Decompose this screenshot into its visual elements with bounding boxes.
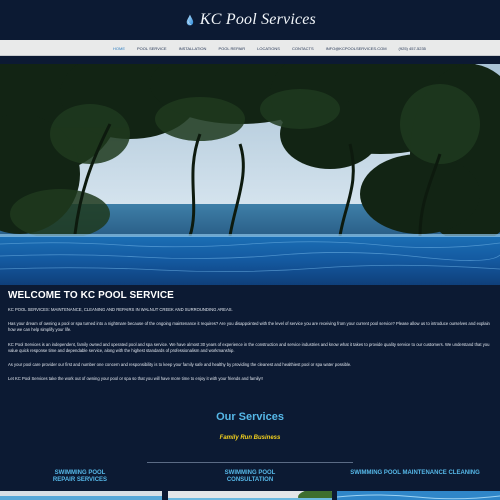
paragraph-dream: Has your dream of owning a pool or spa t… [8,321,490,333]
paragraph-safety: As your pool care provider our first and… [8,362,352,368]
nav-item-installation[interactable]: INSTALLATION [179,46,207,51]
service-repair-image[interactable] [0,489,162,500]
nav-item-pool-repair[interactable]: POOL REPAIR [218,46,245,51]
nav-item-locations[interactable]: LOCATIONS [257,46,280,51]
hero-image [0,64,500,285]
services-subheading: Family Run Business [219,435,281,441]
service-consultation-image[interactable] [168,489,332,500]
nav-item-email[interactable]: INFO@KCPOOLSERVICES.COM [326,46,387,51]
service-repair-line1: SWIMMING POOL [54,470,106,476]
service-maintenance-title[interactable]: SWIMMING POOL MAINTENANCE CLEANING [340,470,490,477]
site-logo[interactable]: KC Pool Services [186,3,316,37]
nav-item-pool-service[interactable]: POOL SERVICE [137,46,167,51]
intro-paragraph: KC POOL SERVICES: MAINTENANCE, CLEANING … [8,307,233,312]
service-consultation-title[interactable]: SWIMMING POOL CONSULTATION [200,470,300,484]
nav-item-contacts[interactable]: CONTACTS [292,46,314,51]
water-drop-icon [186,14,194,26]
paragraph-about: KC Pool Services is an independent, fami… [8,341,490,353]
service-repair-line2: REPAIR SERVICES [52,477,108,483]
paragraph-closing: Let KC Pool Services take the work out o… [8,376,263,382]
brand-name: KC Pool Services [199,11,316,28]
nav-item-home[interactable]: HOME [113,46,125,51]
service-repair-title[interactable]: SWIMMING POOL REPAIR SERVICES [30,470,130,484]
welcome-section: WELCOME TO KC POOL SERVICE KC POOL SERVI… [8,290,492,382]
service-maintenance-image[interactable] [337,489,500,500]
welcome-heading: WELCOME TO KC POOL SERVICE [8,290,174,301]
section-divider [147,462,353,463]
service-maintenance-line1: SWIMMING POOL MAINTENANCE CLEANING [350,470,480,476]
site-header: KC Pool Services [0,0,500,40]
main-nav: HOME POOL SERVICE INSTALLATION POOL REPA… [0,40,500,56]
service-consultation-line1: SWIMMING POOL [224,470,276,476]
services-heading: Our Services [216,411,284,423]
service-consultation-line2: CONSULTATION [226,477,274,483]
nav-item-phone[interactable]: (925) 457-5235 [399,46,426,51]
